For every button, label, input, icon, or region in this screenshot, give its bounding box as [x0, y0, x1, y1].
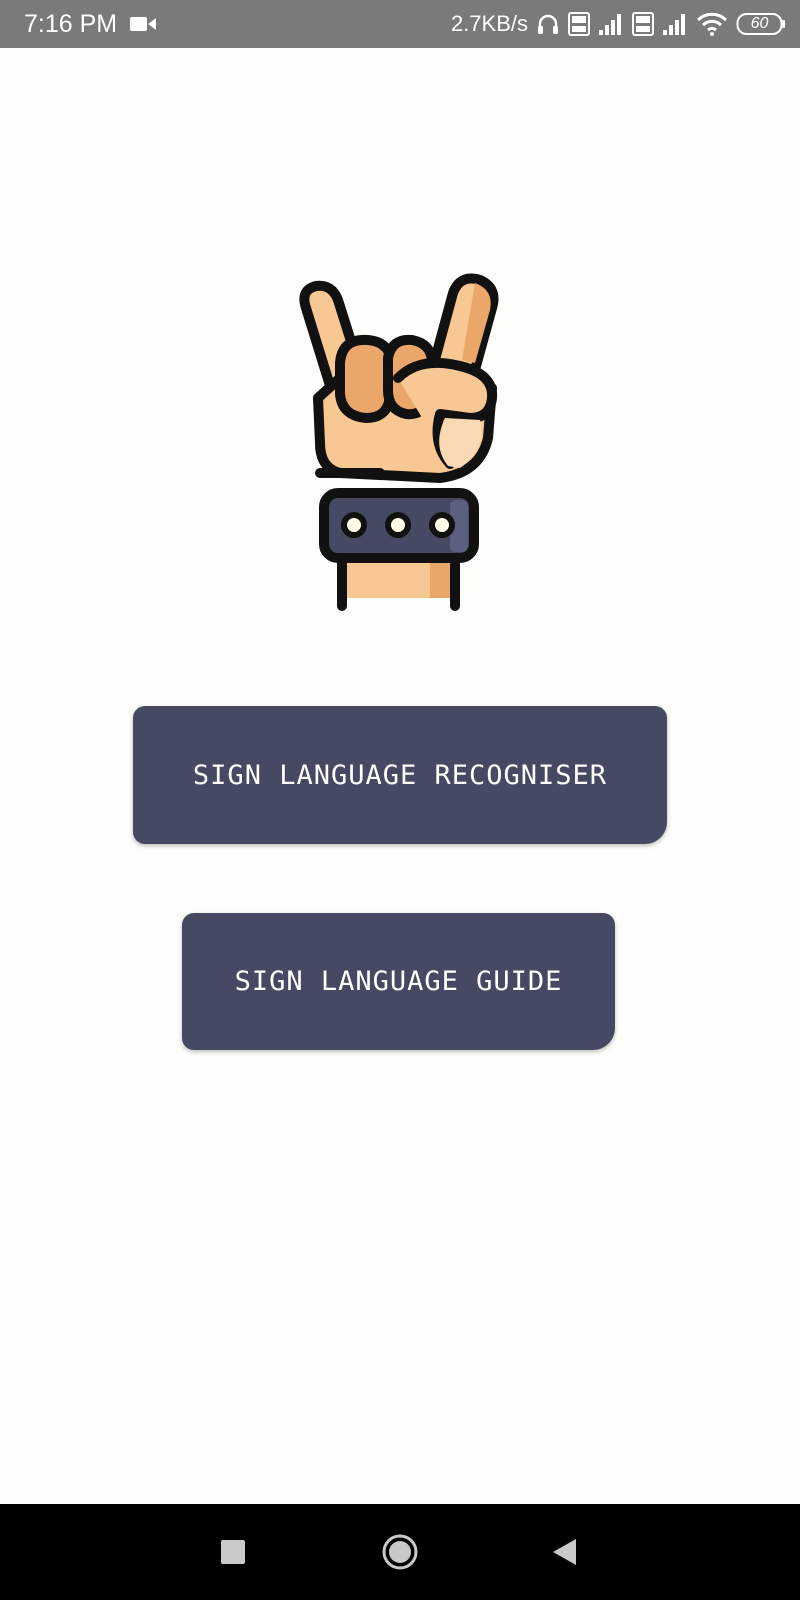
status-right: 2.7KB/s 60	[451, 11, 786, 37]
sign-language-guide-button[interactable]: SIGN LANGUAGE GUIDE	[182, 913, 615, 1050]
app-screen: 7:16 PM 2.7KB/s 60 SIGN LANGUAGE RECOGNI…	[0, 0, 800, 1600]
status-left: 7:16 PM	[24, 10, 157, 39]
guide-button-label: SIGN LANGUAGE GUIDE	[234, 966, 563, 997]
recogniser-button-label: SIGN LANGUAGE RECOGNISER	[192, 759, 608, 791]
volte-icon	[568, 12, 590, 36]
video-camera-icon	[129, 14, 157, 34]
recents-square-icon[interactable]	[207, 1526, 259, 1578]
status-bar: 7:16 PM 2.7KB/s 60	[0, 0, 800, 48]
home-circle-icon[interactable]	[374, 1526, 426, 1578]
volte-icon	[632, 12, 654, 36]
headset-icon	[536, 12, 560, 36]
signal-icon	[662, 12, 688, 36]
rock-hand-sign-icon	[280, 268, 520, 613]
signal-icon	[598, 12, 624, 36]
back-triangle-icon[interactable]	[538, 1526, 590, 1578]
battery-icon: 60	[736, 12, 786, 36]
wifi-icon	[696, 12, 728, 36]
network-speed: 2.7KB/s	[450, 11, 528, 36]
sign-language-recogniser-button[interactable]: SIGN LANGUAGE RECOGNISER	[133, 706, 667, 844]
status-time: 7:16 PM	[24, 9, 118, 38]
navigation-bar	[0, 1504, 800, 1600]
battery-level: 60	[750, 15, 769, 32]
